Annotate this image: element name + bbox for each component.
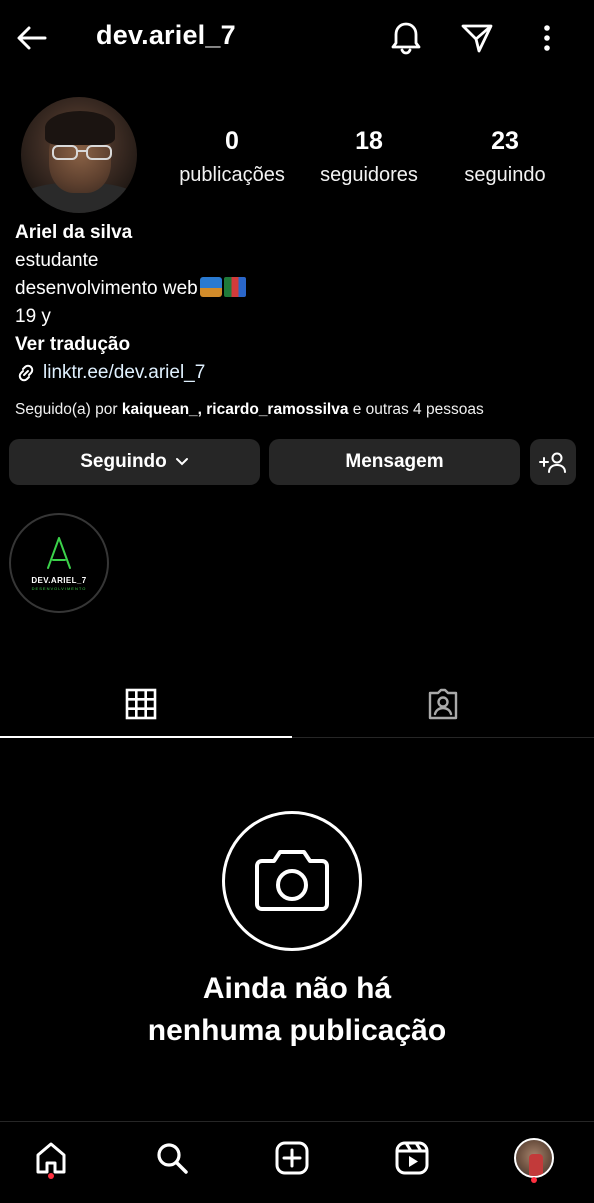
- stat-label: seguidores: [320, 164, 418, 186]
- followed-by-users: kaiquean_, ricardo_ramossilva: [121, 401, 349, 418]
- full-name: Ariel da silva: [15, 222, 133, 243]
- link-icon: [18, 364, 34, 382]
- bio-link[interactable]: linktr.ee/dev.ariel_7: [15, 359, 246, 387]
- profile-tabs: [0, 668, 594, 738]
- stat-followers[interactable]: 18 seguidores: [312, 127, 426, 187]
- books-emoji-icon: [223, 277, 246, 297]
- add-user-button[interactable]: [530, 439, 576, 485]
- empty-state-line: nenhuma publicação: [147, 1014, 447, 1047]
- home-notification-dot: [48, 1173, 54, 1179]
- add-user-icon: [539, 452, 566, 473]
- profile-bio: Ariel da silva estudante desenvolvimento…: [15, 219, 246, 387]
- highlight-cover: DEV.ARIEL_7 DESENVOLVIMENTO: [16, 520, 102, 606]
- followed-by-suffix: e outras 4 pessoas: [348, 401, 484, 418]
- camera-circle: [222, 811, 362, 951]
- empty-state-line: Ainda não há: [202, 972, 392, 1005]
- profile-avatar[interactable]: [21, 97, 137, 213]
- more-vertical-icon[interactable]: [527, 18, 567, 58]
- bottom-navigation: [0, 1121, 594, 1203]
- tagged-user-icon: [428, 688, 458, 720]
- dev-logo-icon: [47, 537, 71, 569]
- see-translation-link[interactable]: Ver tradução: [15, 331, 246, 359]
- stat-following[interactable]: 23 seguindo: [455, 127, 555, 187]
- message-button[interactable]: Mensagem: [269, 439, 520, 485]
- bio-line: 19 y: [15, 306, 51, 327]
- search-icon[interactable]: [150, 1136, 194, 1180]
- stat-posts: 0 publicações: [170, 127, 294, 187]
- stat-value: 0: [225, 127, 239, 155]
- bell-icon[interactable]: [386, 18, 426, 58]
- technologist-emoji-icon: [199, 277, 222, 297]
- top-bar: dev.ariel_7: [0, 0, 594, 78]
- active-tab-indicator: [0, 736, 292, 738]
- profile-notification-dot: [531, 1177, 537, 1183]
- tab-posts-grid[interactable]: [121, 686, 161, 722]
- empty-state-message: Ainda não há nenhuma publicação: [0, 968, 594, 1052]
- following-button-label: Seguindo: [80, 451, 167, 472]
- chevron-down-icon: [175, 458, 188, 466]
- grid-icon: [125, 688, 157, 720]
- stat-value: 18: [355, 127, 383, 155]
- followed-by-text[interactable]: Seguido(a) por kaiquean_, ricardo_ramoss…: [15, 401, 484, 419]
- story-highlight[interactable]: DEV.ARIEL_7 DESENVOLVIMENTO: [9, 513, 109, 613]
- followed-by-prefix: Seguido(a) por: [15, 401, 122, 418]
- bio-line: estudante: [15, 250, 99, 271]
- following-button[interactable]: Seguindo: [9, 439, 260, 485]
- avatar: [514, 1138, 554, 1178]
- avatar-hair: [45, 111, 115, 145]
- message-button-label: Mensagem: [345, 451, 444, 472]
- bio-line: desenvolvimento web: [15, 278, 198, 299]
- stat-label: publicações: [179, 164, 285, 186]
- tab-tagged[interactable]: [423, 686, 463, 722]
- bio-link-text[interactable]: linktr.ee/dev.ariel_7: [43, 359, 205, 387]
- highlight-title: DEV.ARIEL_7: [31, 576, 87, 585]
- profile-username: dev.ariel_7: [96, 20, 236, 50]
- profile-tab-avatar[interactable]: [512, 1136, 556, 1180]
- avatar-glasses: [52, 145, 112, 160]
- profile-screen: dev.ariel_7 0 publicações 18 seguidores …: [0, 0, 594, 1203]
- stat-value: 23: [491, 127, 519, 155]
- send-icon[interactable]: [457, 18, 497, 58]
- highlight-subtitle: DESENVOLVIMENTO: [31, 586, 87, 591]
- create-icon[interactable]: [270, 1136, 314, 1180]
- bio-line-with-emoji: desenvolvimento web: [15, 275, 246, 303]
- camera-icon: [255, 850, 329, 911]
- arrow-left-icon[interactable]: [12, 18, 52, 58]
- reels-icon[interactable]: [390, 1136, 434, 1180]
- stat-label: seguindo: [464, 164, 546, 186]
